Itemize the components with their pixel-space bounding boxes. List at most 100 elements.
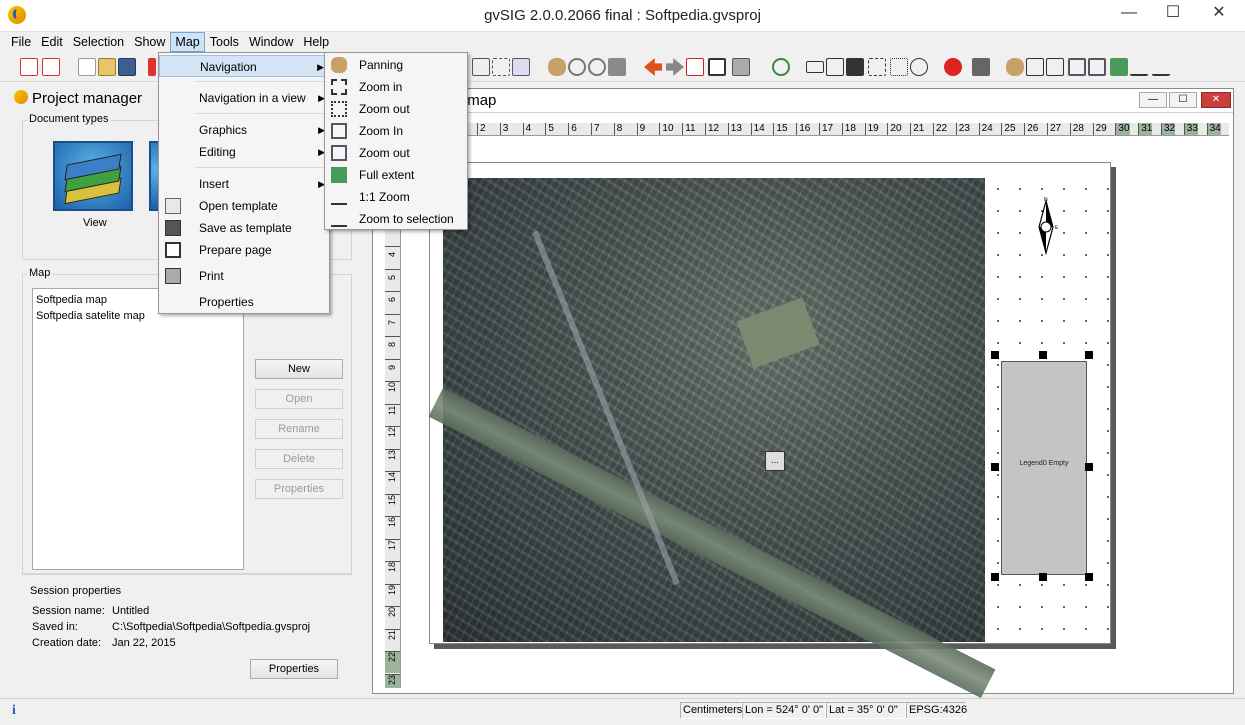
- menu-help[interactable]: Help: [298, 32, 334, 52]
- print-icon[interactable]: [732, 58, 750, 76]
- menu-item-navigation[interactable]: Navigation ▶: [159, 55, 329, 77]
- submenu-item-panning[interactable]: Panning: [325, 54, 467, 76]
- map-list[interactable]: Softpedia map Softpedia satelite map: [32, 288, 244, 570]
- ruler-tick-label: 10: [387, 381, 397, 392]
- submenu-item-zoom-out-box[interactable]: Zoom out: [325, 142, 467, 164]
- selection-handle[interactable]: [991, 573, 999, 581]
- submenu-item-label: Zoom to selection: [359, 212, 454, 226]
- submenu-item-one-to-one-zoom[interactable]: 1:1 Zoom: [325, 186, 467, 208]
- selection-handle[interactable]: [1085, 351, 1093, 359]
- ruler-tick: 23: [385, 673, 400, 688]
- ruler-tick: 16: [385, 516, 400, 538]
- rectangle-tool-icon[interactable]: [806, 61, 824, 73]
- satellite-map-frame[interactable]: [428, 178, 996, 698]
- layers-icon[interactable]: [608, 58, 626, 76]
- menu-window[interactable]: Window: [244, 32, 298, 52]
- selection-handle[interactable]: [1039, 351, 1047, 359]
- menu-edit[interactable]: Edit: [36, 32, 68, 52]
- menu-item-insert[interactable]: Insert ▶: [159, 173, 329, 195]
- map-marker[interactable]: ...: [765, 451, 785, 471]
- north-icon[interactable]: [472, 58, 490, 76]
- close-button[interactable]: ✕: [1197, 0, 1241, 28]
- selection-handle[interactable]: [991, 463, 999, 471]
- menu-item-graphics[interactable]: Graphics ▶: [159, 119, 329, 141]
- map-properties-button[interactable]: Properties: [255, 479, 343, 499]
- open-project-icon[interactable]: [98, 58, 116, 76]
- bring-front-icon[interactable]: [826, 58, 844, 76]
- delete-icon[interactable]: [148, 58, 156, 76]
- new-button[interactable]: New: [255, 359, 343, 379]
- menu-item-print[interactable]: Print: [159, 265, 329, 287]
- submenu-item-zoom-in[interactable]: Zoom in: [325, 76, 467, 98]
- frame-icon[interactable]: [708, 58, 726, 76]
- ruler-tick: 4: [385, 246, 400, 268]
- session-properties-button[interactable]: Properties: [250, 659, 338, 679]
- open-button[interactable]: Open: [255, 389, 343, 409]
- new-project-icon[interactable]: [78, 58, 96, 76]
- zoom-1-1-icon[interactable]: [1130, 58, 1148, 76]
- minimize-button[interactable]: —: [1107, 0, 1151, 28]
- selection-handle[interactable]: [1039, 573, 1047, 581]
- ruler-tick: 11: [385, 403, 400, 426]
- layout-maximize-button[interactable]: ☐: [1169, 92, 1197, 108]
- layout-close-button[interactable]: ✕: [1201, 92, 1231, 108]
- zoom-selection-icon: [331, 211, 347, 227]
- table-icon[interactable]: [686, 58, 704, 76]
- layout-zoom-in-icon[interactable]: [1026, 58, 1044, 76]
- saved-in-value: C:\Softpedia\Softpedia\Softpedia.gvsproj: [112, 621, 311, 633]
- menu-item-save-template[interactable]: Save as template: [159, 217, 329, 239]
- selection-handle[interactable]: [991, 351, 999, 359]
- zoom-box-icon[interactable]: [1068, 58, 1086, 76]
- tools-icon[interactable]: [972, 58, 990, 76]
- selection-handle[interactable]: [1085, 573, 1093, 581]
- submenu-item-zoom-in-box[interactable]: Zoom In: [325, 120, 467, 142]
- full-extent-icon[interactable]: [1110, 58, 1128, 76]
- menu-show[interactable]: Show: [129, 32, 170, 52]
- delete-button[interactable]: Delete: [255, 449, 343, 469]
- menu-file[interactable]: File: [6, 32, 36, 52]
- group-icon[interactable]: [890, 58, 908, 76]
- rename-button[interactable]: Rename: [255, 419, 343, 439]
- save-project-icon[interactable]: [118, 58, 136, 76]
- menu-item-properties[interactable]: Properties: [159, 291, 329, 313]
- forward-arrow-icon[interactable]: [666, 58, 684, 76]
- export-pdf-icon[interactable]: [20, 58, 38, 76]
- back-arrow-icon[interactable]: [644, 58, 662, 76]
- legend-icon[interactable]: [512, 58, 530, 76]
- scale-icon[interactable]: [492, 58, 510, 76]
- zoom-selection-icon[interactable]: [1152, 58, 1170, 76]
- info-icon[interactable]: i: [12, 703, 22, 719]
- menu-map[interactable]: Map: [170, 32, 205, 52]
- north-arrow-icon[interactable]: N E: [1031, 197, 1061, 257]
- layout-minimize-button[interactable]: —: [1139, 92, 1167, 108]
- ruler-tick-label: 22: [387, 651, 397, 662]
- menu-item-navigation-in-view[interactable]: Navigation in a view ▶: [159, 87, 329, 109]
- selection-handle[interactable]: [1085, 463, 1093, 471]
- menu-selection[interactable]: Selection: [68, 32, 129, 52]
- alert-icon[interactable]: [944, 58, 962, 76]
- select-rect-icon[interactable]: [868, 58, 886, 76]
- zoom-box-out-icon[interactable]: [1088, 58, 1106, 76]
- menu-item-open-template[interactable]: Open template: [159, 195, 329, 217]
- menu-item-label: Print: [199, 269, 224, 283]
- menu-item-prepare-page[interactable]: Prepare page: [159, 239, 329, 261]
- settings-gear-icon[interactable]: [772, 58, 790, 76]
- hand-pan-icon[interactable]: [548, 58, 566, 76]
- maximize-button[interactable]: ☐: [1151, 0, 1195, 28]
- layout-pan-icon[interactable]: [1006, 58, 1024, 76]
- menu-item-editing[interactable]: Editing ▶: [159, 141, 329, 163]
- submenu-item-zoom-to-selection[interactable]: Zoom to selection: [325, 208, 467, 230]
- legend-frame[interactable]: Legend0 Empty: [1001, 361, 1087, 575]
- submenu-item-full-extent[interactable]: Full extent: [325, 164, 467, 186]
- layout-zoom-out-icon[interactable]: [1046, 58, 1064, 76]
- zoom-out-tool-icon[interactable]: [588, 58, 606, 76]
- export-ps-icon[interactable]: [42, 58, 60, 76]
- menu-item-label: Graphics: [199, 123, 248, 137]
- move-icon[interactable]: [910, 58, 928, 76]
- status-latitude: Lat = 35° 0' 0": [826, 702, 906, 719]
- submenu-item-zoom-out[interactable]: Zoom out: [325, 98, 467, 120]
- zoom-in-tool-icon[interactable]: [568, 58, 586, 76]
- send-back-icon[interactable]: [846, 58, 864, 76]
- menu-tools[interactable]: Tools: [205, 32, 244, 52]
- view-doc-type-icon[interactable]: [53, 141, 133, 211]
